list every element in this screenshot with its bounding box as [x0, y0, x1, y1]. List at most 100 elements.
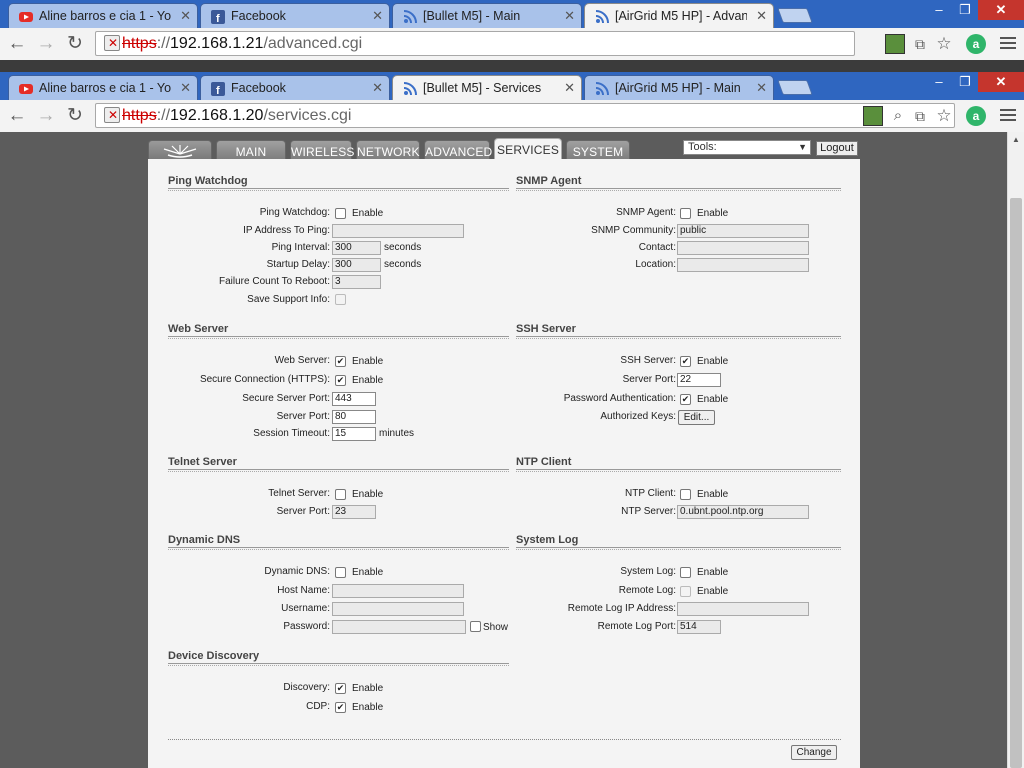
window-divider	[0, 60, 1024, 72]
facebook-icon: f	[211, 10, 225, 24]
minimize-button[interactable]: –	[926, 72, 952, 92]
startup-delay-input[interactable]: 300	[332, 258, 381, 272]
page-action-icon[interactable]	[885, 34, 905, 54]
enable-label: Enable	[352, 356, 384, 367]
menu-icon[interactable]	[1000, 109, 1016, 123]
tab-close-icon[interactable]: ✕	[372, 8, 383, 24]
remote-log-port-input[interactable]: 514	[677, 620, 721, 634]
address-bar[interactable]: https://192.168.1.21/advanced.cgi	[95, 31, 855, 56]
bookmark-star-icon[interactable]: ☆	[934, 34, 954, 54]
maximize-button[interactable]: ❐	[952, 0, 978, 20]
system-log-checkbox[interactable]	[680, 567, 691, 578]
url-text: https://192.168.1.21/advanced.cgi	[122, 35, 363, 52]
tab-facebook[interactable]: f Facebook ✕	[200, 3, 390, 28]
remote-log-ip-label: Remote Log IP Address:	[567, 603, 676, 614]
ssh-port-input[interactable]: 22	[677, 373, 721, 387]
tab-close-icon[interactable]: ✕	[180, 80, 191, 96]
password-auth-checkbox[interactable]: ✔	[680, 394, 691, 405]
page-action-icon[interactable]	[863, 106, 883, 126]
host-name-input[interactable]	[332, 584, 464, 598]
cdp-checkbox[interactable]: ✔	[335, 702, 346, 713]
ssh-server-checkbox[interactable]: ✔	[680, 356, 691, 367]
snmp-community-input[interactable]: public	[677, 224, 809, 238]
minimize-button[interactable]: –	[926, 0, 952, 20]
remote-log-ip-input[interactable]	[677, 602, 809, 616]
back-icon[interactable]: ←	[6, 105, 28, 127]
scroll-up-icon[interactable]: ▲	[1008, 132, 1024, 148]
scrollbar-thumb[interactable]	[1010, 198, 1022, 768]
insecure-lock-icon[interactable]	[104, 107, 120, 123]
tab-bullet-main[interactable]: [Bullet M5] - Main ✕	[392, 3, 582, 28]
translate-icon[interactable]: ⧉	[910, 106, 930, 126]
snmp-agent-checkbox[interactable]	[680, 208, 691, 219]
extension-icon[interactable]: a	[966, 106, 986, 126]
youtube-icon	[19, 12, 33, 22]
tab-youtube[interactable]: Aline barros e cia 1 - YouT ✕	[8, 3, 198, 28]
bookmark-star-icon[interactable]: ☆	[934, 106, 954, 126]
https-checkbox[interactable]: ✔	[335, 375, 346, 386]
ping-watchdog-checkbox[interactable]	[335, 208, 346, 219]
change-button[interactable]: Change	[791, 745, 837, 760]
tab-close-icon[interactable]: ✕	[180, 8, 191, 24]
save-support-checkbox[interactable]	[335, 294, 346, 305]
remote-log-port-label: Remote Log Port:	[597, 621, 676, 632]
tab-close-icon[interactable]: ✕	[564, 8, 575, 24]
password-input[interactable]	[332, 620, 466, 634]
https-label: Secure Connection (HTTPS):	[199, 374, 330, 385]
tab-close-icon[interactable]: ✕	[756, 80, 767, 96]
remote-log-checkbox[interactable]	[680, 586, 691, 597]
web-server-checkbox[interactable]: ✔	[335, 356, 346, 367]
telnet-server-label: Telnet Server:	[268, 488, 330, 499]
maximize-button[interactable]: ❐	[952, 72, 978, 92]
failure-count-input[interactable]: 3	[332, 275, 381, 289]
insecure-lock-icon[interactable]	[104, 35, 120, 51]
new-tab-button[interactable]	[777, 80, 813, 95]
tab-title: Facebook	[231, 9, 286, 23]
contact-input[interactable]	[677, 241, 809, 255]
tab-airgrid-main[interactable]: [AirGrid M5 HP] - Main ✕	[584, 75, 774, 100]
telnet-port-input[interactable]: 23	[332, 505, 376, 519]
forward-icon[interactable]: →	[35, 105, 57, 127]
logout-button[interactable]: Logout	[816, 141, 858, 156]
startup-delay-label: Startup Delay:	[266, 259, 330, 270]
translate-icon[interactable]: ⧉	[910, 34, 930, 54]
discovery-checkbox[interactable]: ✔	[335, 683, 346, 694]
telnet-server-checkbox[interactable]	[335, 489, 346, 500]
ddns-checkbox[interactable]	[335, 567, 346, 578]
menu-icon[interactable]	[1000, 37, 1016, 51]
close-window-button[interactable]: ✕	[978, 0, 1024, 20]
location-input[interactable]	[677, 258, 809, 272]
edit-keys-button[interactable]: Edit...	[678, 410, 715, 425]
secure-port-input[interactable]: 443	[332, 392, 376, 406]
ntp-server-input[interactable]: 0.ubnt.pool.ntp.org	[677, 505, 809, 519]
show-password-checkbox[interactable]	[470, 621, 481, 632]
tools-dropdown[interactable]: Tools: ▼	[683, 140, 811, 155]
reload-icon[interactable]: ↻	[64, 33, 86, 55]
tab-close-icon[interactable]: ✕	[756, 8, 767, 24]
tab-title: [Bullet M5] - Services	[423, 81, 542, 95]
enable-label: Enable	[697, 586, 729, 597]
ping-interval-input[interactable]: 300	[332, 241, 381, 255]
tab-youtube[interactable]: Aline barros e cia 1 - YouT ✕	[8, 75, 198, 100]
ip-to-ping-input[interactable]	[332, 224, 464, 238]
new-tab-button[interactable]	[777, 8, 813, 23]
forward-icon[interactable]: →	[35, 33, 57, 55]
extension-icon[interactable]: a	[966, 34, 986, 54]
tab-facebook[interactable]: f Facebook ✕	[200, 75, 390, 100]
browser-window-2: Aline barros e cia 1 - YouT ✕ f Facebook…	[0, 72, 1024, 132]
page-scrollbar[interactable]: ▲	[1007, 132, 1024, 768]
close-window-button[interactable]: ✕	[978, 72, 1024, 92]
username-input[interactable]	[332, 602, 464, 616]
tab-close-icon[interactable]: ✕	[564, 80, 575, 96]
enable-label: Enable	[352, 208, 384, 219]
tab-bullet-services[interactable]: [Bullet M5] - Services ✕	[392, 75, 582, 100]
reload-icon[interactable]: ↻	[64, 105, 86, 127]
web-port-input[interactable]: 80	[332, 410, 376, 424]
back-icon[interactable]: ←	[6, 33, 28, 55]
address-bar[interactable]: https://192.168.1.20/services.cgi	[95, 103, 955, 128]
tab-close-icon[interactable]: ✕	[372, 80, 383, 96]
session-timeout-input[interactable]: 15	[332, 427, 376, 441]
ntp-client-checkbox[interactable]	[680, 489, 691, 500]
tab-airgrid-advanced[interactable]: [AirGrid M5 HP] - Advanc ✕	[584, 3, 774, 28]
zoom-icon[interactable]: ⌕	[888, 106, 908, 126]
